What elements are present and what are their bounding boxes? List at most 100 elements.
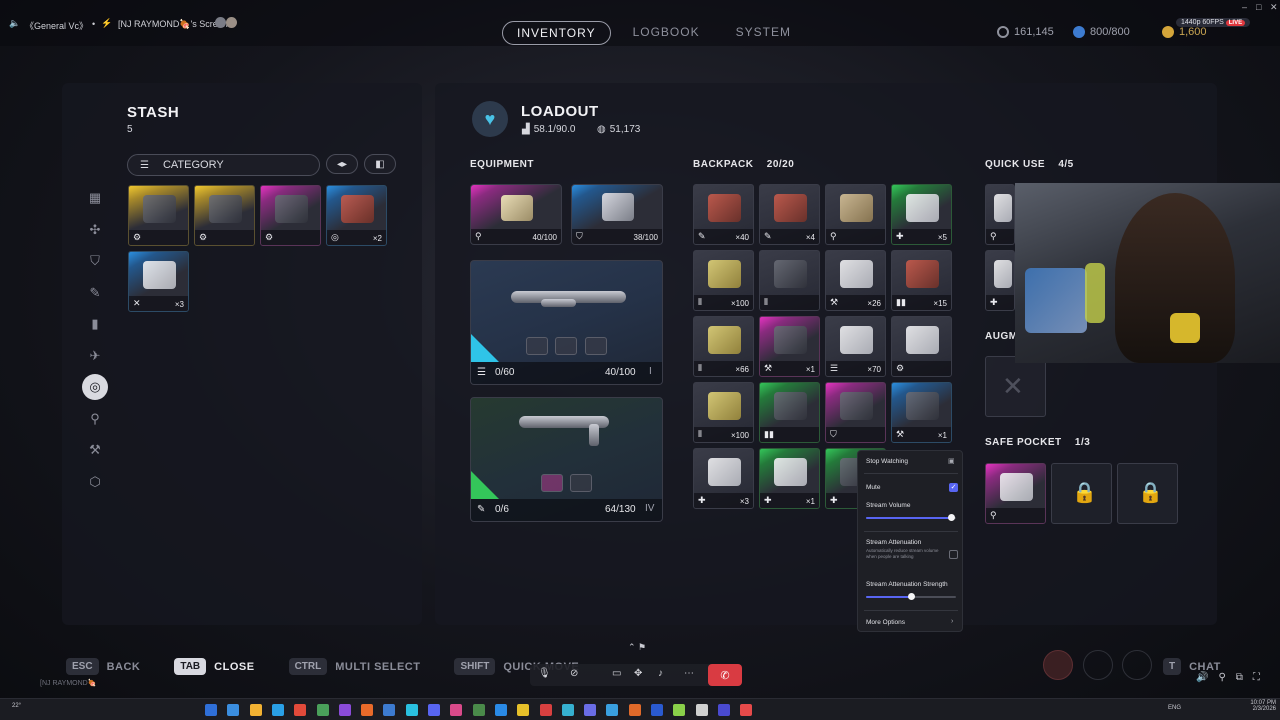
- camera-off-icon[interactable]: ⊘: [570, 668, 578, 679]
- taskbar-app-icon[interactable]: [717, 704, 730, 716]
- emote-wheel[interactable]: [1083, 650, 1113, 680]
- shift-key[interactable]: SHIFT: [454, 658, 496, 675]
- attachment-muzzle-slot[interactable]: [526, 337, 548, 355]
- stash-item-slot[interactable]: ✕ ×3: [128, 251, 189, 312]
- category-materials-icon[interactable]: ⬡: [82, 469, 108, 495]
- taskbar-app-icon[interactable]: [361, 704, 374, 716]
- primary-weapon-slot[interactable]: ☰ 0/60 40/100 I: [470, 260, 663, 385]
- secondary-weapon-slot[interactable]: ✎ 0/6 64/130 IV: [470, 397, 663, 522]
- category-tools-icon[interactable]: ✈: [82, 343, 108, 369]
- attachment-stock-slot[interactable]: [585, 337, 607, 355]
- weather-widget[interactable]: 22°: [12, 703, 21, 709]
- taskbar-app-icon[interactable]: [494, 704, 507, 716]
- taskbar-app-icon[interactable]: [271, 704, 284, 716]
- ping-wheel[interactable]: [1043, 650, 1073, 680]
- back-hint[interactable]: BACK: [107, 661, 141, 673]
- category-mods-icon[interactable]: ✣: [82, 217, 108, 243]
- attachment-magazine-slot[interactable]: [555, 337, 577, 355]
- attenuation-checkbox[interactable]: [949, 550, 958, 559]
- backpack-item-slot[interactable]: ▮▮ ×15: [891, 250, 952, 311]
- attachment-slot-filled[interactable]: [541, 474, 563, 492]
- stash-item-slot[interactable]: ⚙: [128, 185, 189, 246]
- backpack-item-slot[interactable]: ✚ ×3: [693, 448, 754, 509]
- volume-icon[interactable]: 🔊: [1196, 672, 1208, 683]
- speaker-icon[interactable]: 🔈: [9, 18, 20, 29]
- taskbar-app-icon[interactable]: [249, 704, 262, 716]
- soundboard-icon[interactable]: ♪: [658, 668, 663, 679]
- taskbar-app-icon[interactable]: [205, 704, 217, 716]
- safe-pocket-slot-2[interactable]: 🔒: [1051, 463, 1112, 524]
- category-filter[interactable]: ☰ CATEGORY: [127, 154, 320, 176]
- stash-item-slot[interactable]: ⚙: [194, 185, 255, 246]
- backpack-item-slot[interactable]: ⚙: [891, 316, 952, 377]
- taskbar-app-icon[interactable]: [740, 704, 753, 716]
- safe-pocket-slot-1[interactable]: ⚲: [985, 463, 1046, 524]
- augment-slot[interactable]: ✕: [985, 356, 1046, 417]
- sort-button[interactable]: ◧: [364, 154, 396, 174]
- attenuation-strength-knob[interactable]: [907, 593, 915, 600]
- mute-item[interactable]: Mute: [866, 484, 880, 491]
- taskbar-app-icon[interactable]: [606, 704, 619, 716]
- shield-equip-slot[interactable]: ⛉ 38/100: [571, 184, 663, 245]
- stop-watching-item[interactable]: Stop Watching: [866, 458, 908, 465]
- backpack-item-slot[interactable]: ⦀ ×100: [693, 250, 754, 311]
- tab-key[interactable]: TAB: [174, 658, 207, 675]
- category-wrench-icon[interactable]: ⚒: [82, 437, 108, 463]
- mute-checkbox[interactable]: ✓: [949, 483, 958, 492]
- backpack-item-slot[interactable]: ⦀ ×66: [693, 316, 754, 377]
- backpack-item-slot[interactable]: ⦀ ×100: [693, 382, 754, 443]
- category-selected-icon[interactable]: ◎: [82, 374, 108, 400]
- close-hint[interactable]: CLOSE: [214, 661, 254, 673]
- backpack-item-slot[interactable]: ✎ ×40: [693, 184, 754, 245]
- activities-icon[interactable]: ✥: [634, 668, 642, 679]
- taskbar-app-icon[interactable]: [383, 704, 396, 716]
- quick-use-slot[interactable]: ⚲: [985, 184, 1015, 245]
- stream-volume-knob[interactable]: [948, 514, 955, 521]
- backpack-item-slot[interactable]: ⚒ ×1: [891, 382, 952, 443]
- taskbar-app-icon[interactable]: [294, 704, 307, 716]
- backpack-item-slot[interactable]: ☰ ×70: [825, 316, 886, 377]
- more-options-item[interactable]: More Options: [866, 619, 905, 626]
- chat-label[interactable]: CHAT: [1189, 661, 1221, 673]
- backpack-item-slot[interactable]: ⦀: [759, 250, 820, 311]
- taskbar-app-icon[interactable]: [651, 704, 663, 716]
- backpack-item-slot[interactable]: ▮▮: [759, 382, 820, 443]
- screen-share-button-icon[interactable]: ▭: [612, 668, 621, 679]
- taskbar-app-icon[interactable]: [405, 704, 418, 716]
- taskbar-app-icon[interactable]: [695, 704, 708, 716]
- multi-select-hint[interactable]: MULTI SELECT: [335, 661, 420, 673]
- taskbar-app-icon[interactable]: [517, 704, 530, 716]
- category-all-icon[interactable]: ▦: [82, 185, 108, 211]
- minimize-button[interactable]: –: [1242, 2, 1247, 12]
- disconnect-button[interactable]: ✆: [708, 664, 742, 686]
- taskbar-app-icon[interactable]: [584, 704, 597, 716]
- taskbar-app-icon[interactable]: [227, 704, 240, 716]
- close-window-button[interactable]: ✕: [1270, 2, 1278, 13]
- tab-logbook[interactable]: LOGBOOK: [619, 21, 714, 45]
- taskbar-clock[interactable]: 10:07 PM 2/3/2026: [1226, 700, 1276, 712]
- esc-key[interactable]: ESC: [66, 658, 99, 675]
- taskbar-app-icon[interactable]: [673, 704, 686, 716]
- backpack-item-slot[interactable]: ⚒ ×26: [825, 250, 886, 311]
- microphone-icon[interactable]: 🎙: [538, 668, 551, 679]
- category-ammo-icon[interactable]: ▮: [82, 311, 108, 337]
- fullscreen-icon[interactable]: ⛶: [1253, 672, 1260, 683]
- taskbar-app-icon[interactable]: [338, 704, 351, 716]
- popout-icon[interactable]: ⧉: [1236, 672, 1243, 683]
- stash-item-slot[interactable]: ◎ ×2: [326, 185, 387, 246]
- pin-icon[interactable]: ⚲: [1218, 672, 1225, 683]
- category-shields-icon[interactable]: ⛉: [82, 248, 108, 274]
- backpack-item-slot[interactable]: ✎ ×4: [759, 184, 820, 245]
- category-weapons-icon[interactable]: ✎: [82, 280, 108, 306]
- backpack-item-slot[interactable]: ⛉: [825, 382, 886, 443]
- maximize-button[interactable]: □: [1256, 2, 1261, 12]
- language-indicator[interactable]: ENG: [1168, 705, 1181, 711]
- radio-wheel[interactable]: [1122, 650, 1152, 680]
- stash-item-slot[interactable]: ⚙: [260, 185, 321, 246]
- more-icon[interactable]: ⋯: [684, 668, 694, 679]
- tab-inventory[interactable]: INVENTORY: [502, 21, 611, 45]
- taskbar-app-icon[interactable]: [450, 704, 463, 716]
- taskbar-app-icon[interactable]: [428, 704, 440, 716]
- taskbar-app-icon[interactable]: [539, 704, 552, 716]
- augment-equip-slot[interactable]: ⚲ 40/100: [470, 184, 562, 245]
